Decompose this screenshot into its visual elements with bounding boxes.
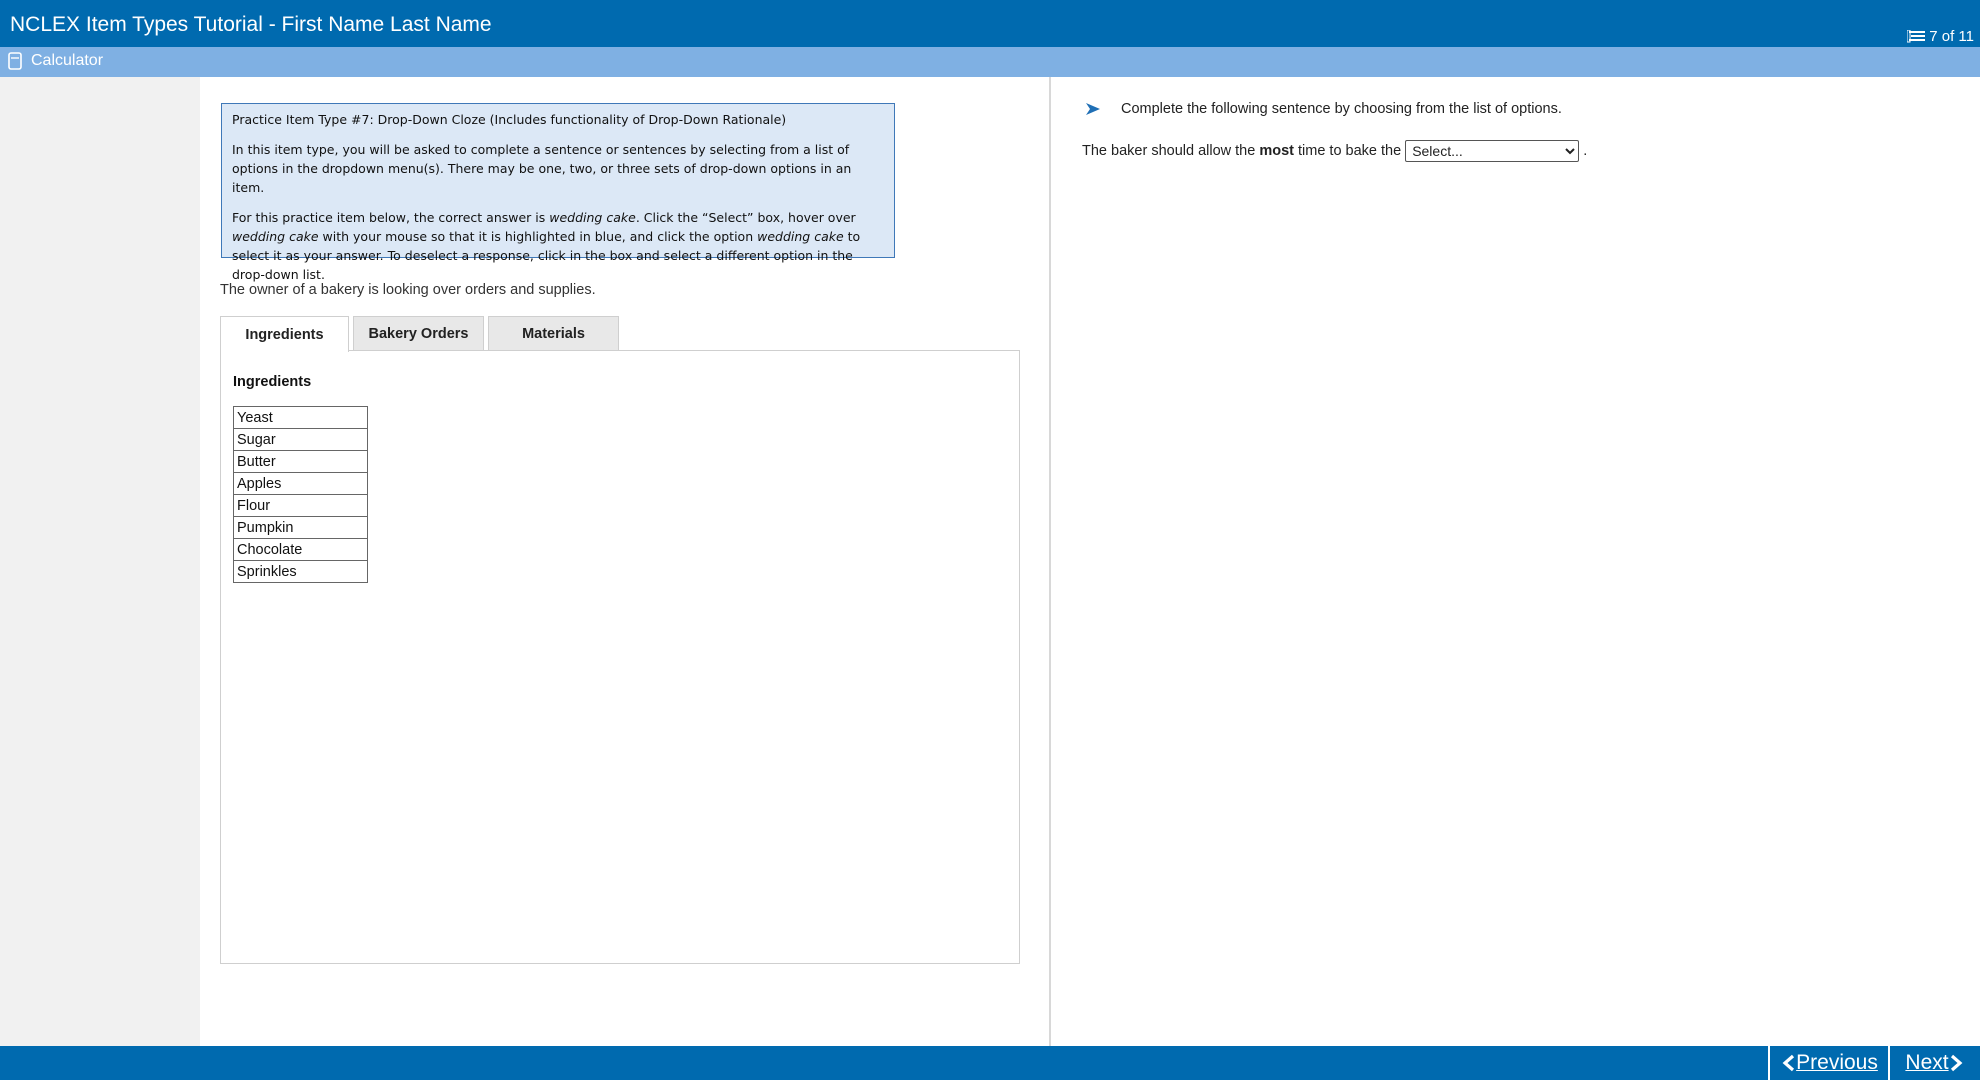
sentence-part-1: The baker should allow the xyxy=(1082,143,1260,159)
table-cell: Yeast xyxy=(233,406,368,429)
tab-bakery-orders[interactable]: Bakery Orders xyxy=(353,316,484,351)
ingredients-table: Yeast Sugar Butter Apples Flour Pumpkin … xyxy=(233,406,368,583)
question-prompt-text: Complete the following sentence by choos… xyxy=(1121,101,1562,117)
previous-button[interactable]: Previous xyxy=(1768,1046,1888,1080)
window-title: NCLEX Item Types Tutorial - First Name L… xyxy=(10,13,492,36)
next-button[interactable]: Next xyxy=(1888,1046,1980,1080)
tab-panel-ingredients: Ingredients Yeast Sugar Butter Apples Fl… xyxy=(220,350,1020,964)
table-cell: Sugar xyxy=(233,428,368,451)
panel-heading: Ingredients xyxy=(233,374,312,390)
table-cell: Pumpkin xyxy=(233,516,368,539)
table-row: Flour xyxy=(233,494,368,517)
calculator-label: Calculator xyxy=(31,52,104,69)
instruction-box: Practice Item Type #7: Drop-Down Cloze (… xyxy=(221,103,895,282)
table-row: Butter xyxy=(233,450,368,473)
item-progress[interactable]: 7 of 11 xyxy=(1907,28,1974,45)
table-cell: Chocolate xyxy=(233,538,368,561)
calculator-button[interactable]: Calculator xyxy=(8,52,103,70)
cloze-sentence: The baker should allow the most time to … xyxy=(1082,140,1587,162)
table-row: Sprinkles xyxy=(233,560,368,583)
sentence-part-2: time to bake the xyxy=(1293,143,1402,159)
footer-nav: Previous Next xyxy=(0,1046,1980,1080)
answer-dropdown[interactable]: Select... xyxy=(1405,140,1580,162)
table-cell: Sprinkles xyxy=(233,560,368,583)
title-bar: NCLEX Item Types Tutorial - First Name L… xyxy=(0,0,1980,47)
tab-materials[interactable]: Materials xyxy=(488,316,619,351)
item-list-icon xyxy=(1907,29,1927,44)
toolbar: Calculator xyxy=(0,47,1980,77)
chevron-right-icon xyxy=(1949,1054,1965,1072)
arrow-pointer-icon xyxy=(1085,102,1121,116)
calculator-icon xyxy=(8,52,22,70)
next-label: Next xyxy=(1905,1051,1949,1074)
table-row: Chocolate xyxy=(233,538,368,561)
question-prompt: Complete the following sentence by choos… xyxy=(1085,101,1562,117)
table-cell: Apples xyxy=(233,472,368,495)
table-row: Apples xyxy=(233,472,368,495)
table-row: Sugar xyxy=(233,428,368,451)
scenario-text: The owner of a bakery is looking over or… xyxy=(220,282,596,298)
sentence-period: . xyxy=(1583,143,1588,159)
table-row: Pumpkin xyxy=(233,516,368,539)
previous-label: Previous xyxy=(1796,1051,1878,1074)
chevron-left-icon xyxy=(1780,1054,1796,1072)
left-gutter xyxy=(0,77,200,1046)
case-tabs: Ingredients Bakery Orders Materials xyxy=(220,316,619,352)
pane-divider[interactable] xyxy=(1049,77,1051,1046)
instruction-paragraph-2: For this practice item below, the correc… xyxy=(232,210,861,282)
instruction-heading: Practice Item Type #7: Drop-Down Cloze (… xyxy=(232,112,787,127)
table-row: Yeast xyxy=(233,406,368,429)
sentence-emphasis: most xyxy=(1259,143,1294,159)
table-cell: Flour xyxy=(233,494,368,517)
item-progress-label: 7 of 11 xyxy=(1929,28,1974,45)
table-cell: Butter xyxy=(233,450,368,473)
instruction-paragraph-1: In this item type, you will be asked to … xyxy=(232,142,852,195)
tab-ingredients[interactable]: Ingredients xyxy=(220,316,349,352)
